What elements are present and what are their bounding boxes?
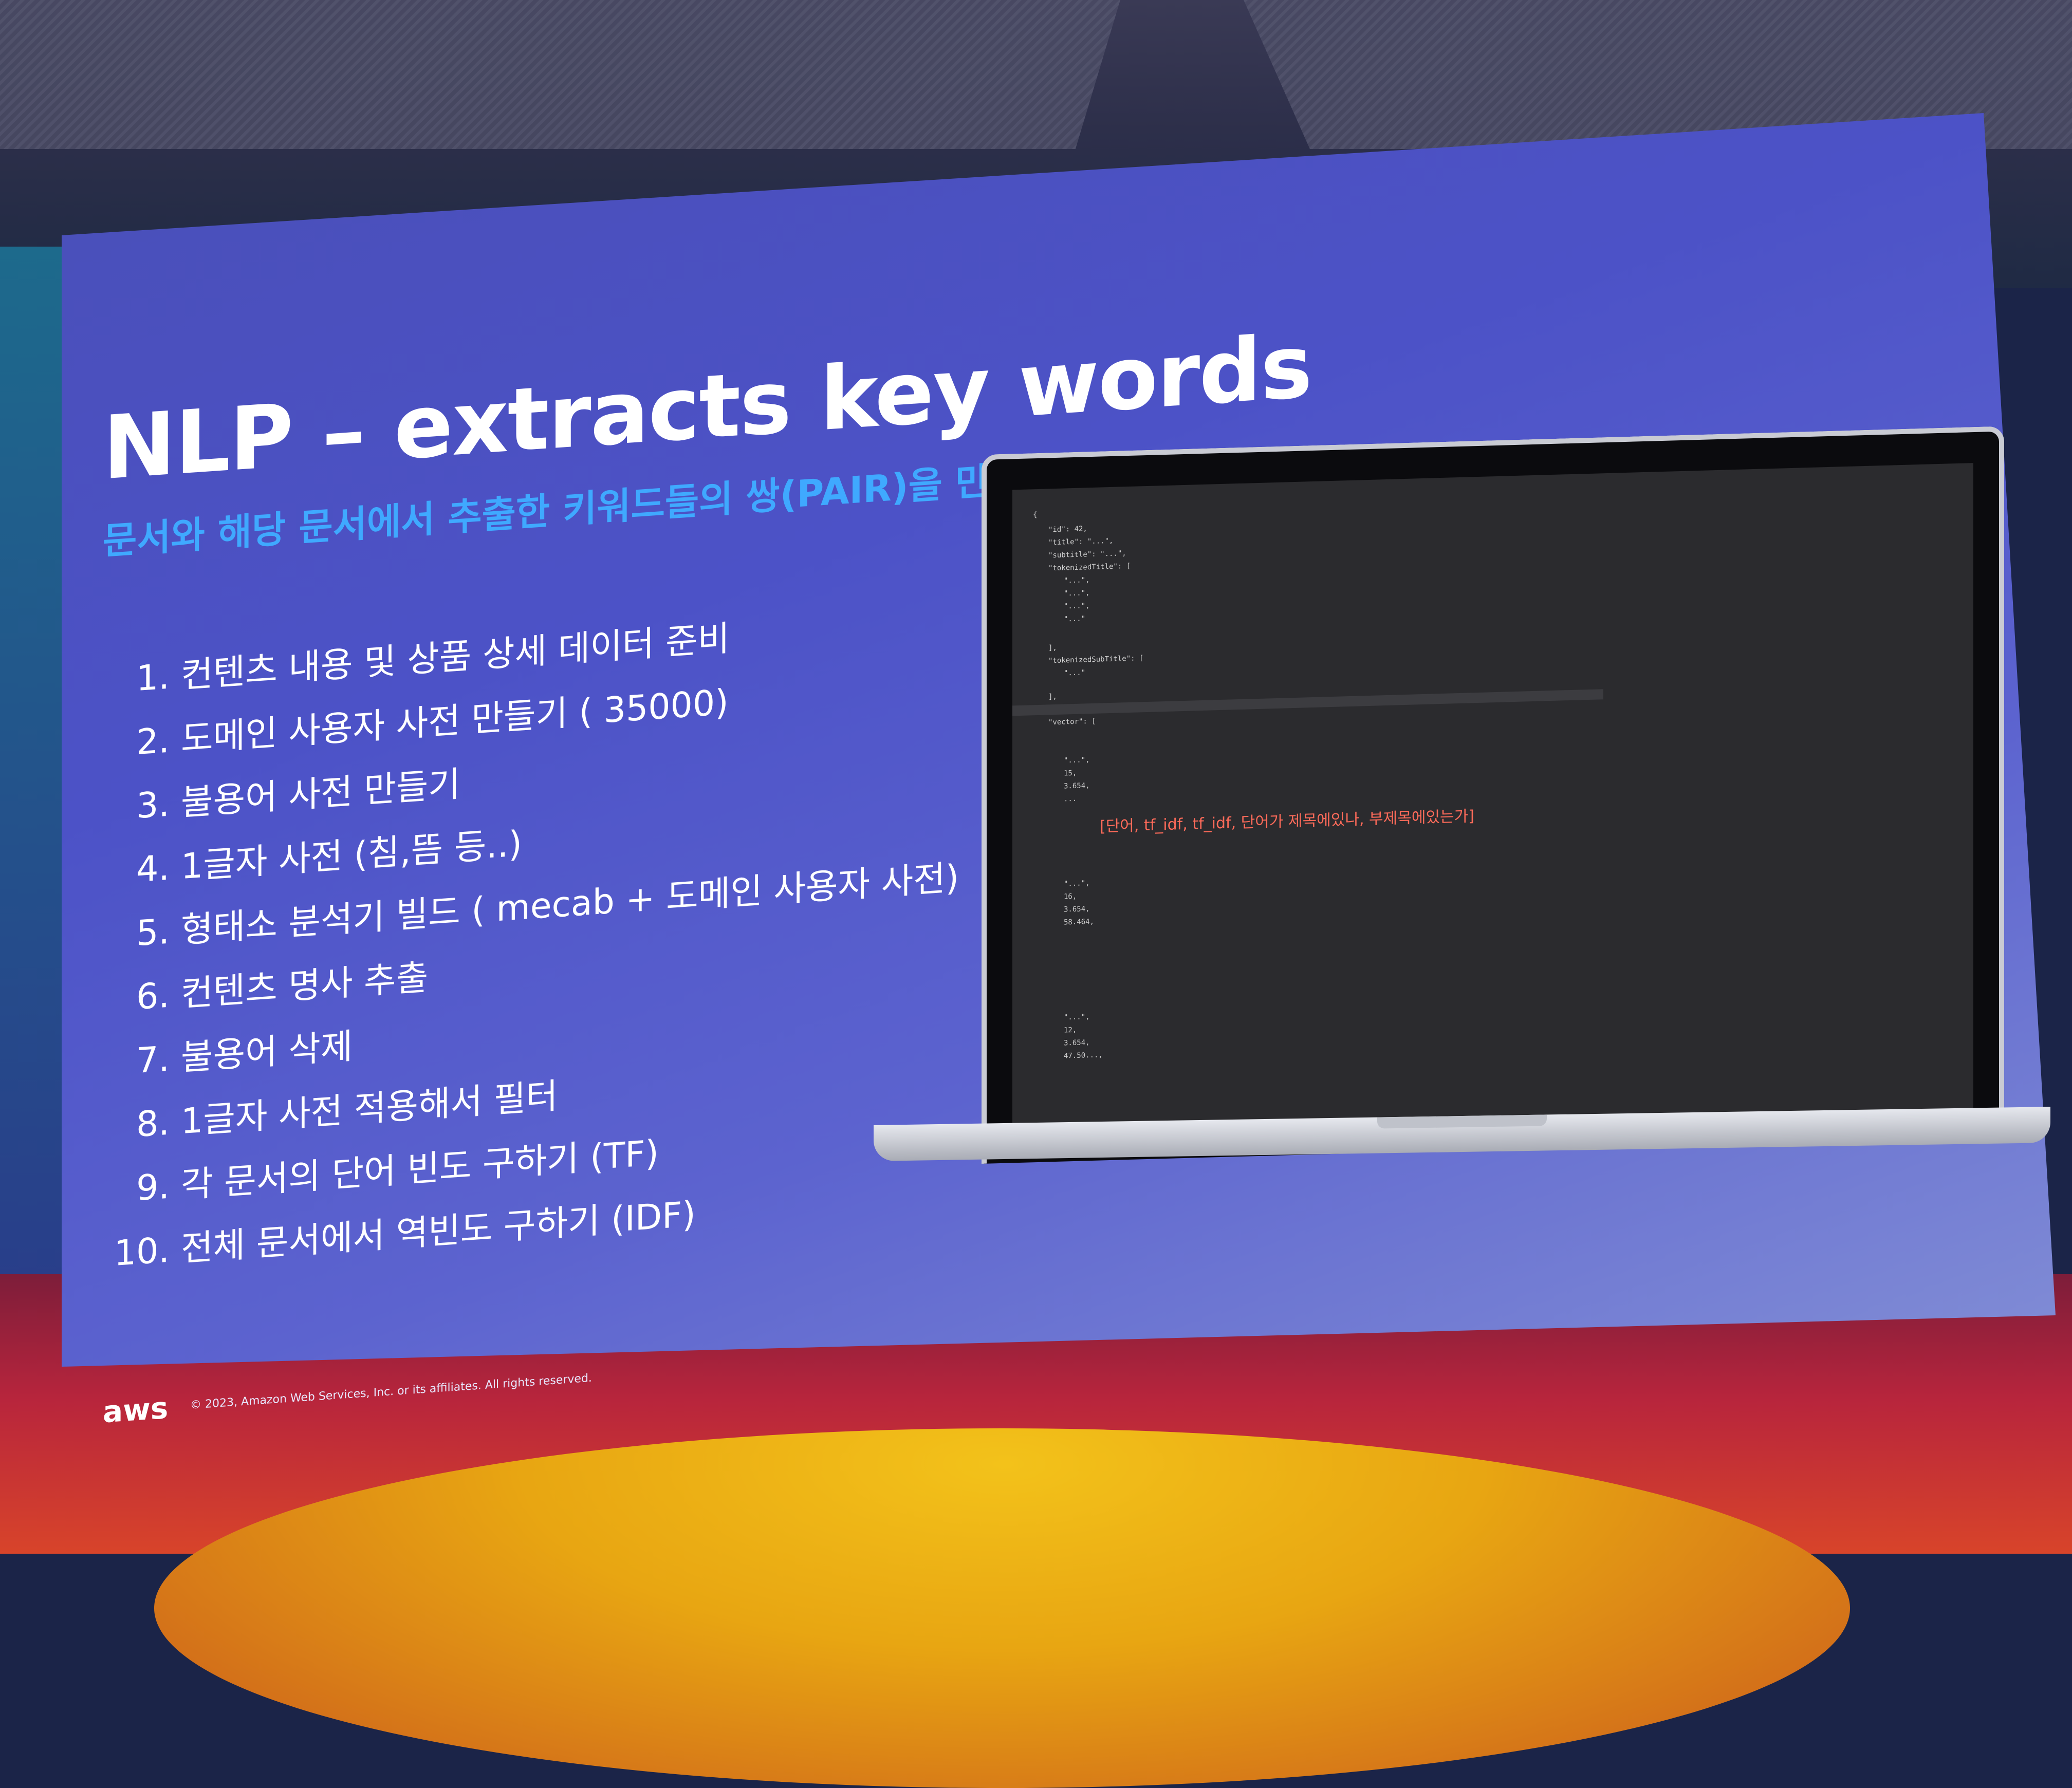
code-line: "vector": [: [1048, 717, 1096, 727]
code-line: ],: [1048, 692, 1057, 701]
code-line: 12,: [1064, 1026, 1077, 1035]
laptop-notch: [1377, 1114, 1547, 1129]
code-line: "...",: [1064, 576, 1090, 585]
code-annotation: [단어, tf_idf, tf_idf, 단어가 제목에있나, 부제목에있는가]: [1100, 807, 1474, 836]
code-highlight: [1012, 689, 1603, 716]
code-line: 16,: [1064, 892, 1077, 901]
code-line: "subtitle": "...",: [1048, 549, 1126, 560]
code-line: "id": 42,: [1048, 525, 1087, 534]
code-line: "...": [1064, 614, 1086, 624]
laptop-screen-bezel: { "id": 42, "title": "...", "subtitle": …: [982, 426, 2004, 1164]
code-line: "tokenizedTitle": [: [1048, 562, 1131, 573]
code-line: 3.654,: [1064, 905, 1090, 914]
code-line: "title": "...",: [1048, 536, 1114, 547]
code-line: "...",: [1064, 879, 1090, 888]
code-line: "...",: [1064, 756, 1090, 765]
code-line: "...",: [1064, 602, 1090, 611]
code-line: 3.654,: [1064, 1038, 1090, 1048]
code-line: "...",: [1064, 1013, 1090, 1022]
code-line: 58.464,: [1064, 917, 1095, 927]
code-line: {: [1033, 510, 1038, 519]
code-line: "tokenizedSubTitle": [: [1048, 654, 1144, 665]
stage-light-arc: [154, 1428, 1850, 1788]
code-line: 47.50...,: [1064, 1051, 1103, 1060]
code-line: "...",: [1064, 589, 1090, 598]
code-line: ],: [1048, 643, 1057, 653]
code-line: 3.654,: [1064, 781, 1090, 791]
code-line: "...": [1064, 668, 1086, 678]
steps-list: 1. 컨텐츠 내용 및 상품 상세 데이터 준비 2. 도메인 사용자 사전 만들기…: [92, 591, 959, 1288]
aws-logo: aws: [103, 1390, 169, 1430]
laptop-screen: { "id": 42, "title": "...", "subtitle": …: [1012, 463, 1973, 1148]
code-line: ...: [1064, 794, 1077, 804]
code-line: 15,: [1064, 769, 1077, 778]
